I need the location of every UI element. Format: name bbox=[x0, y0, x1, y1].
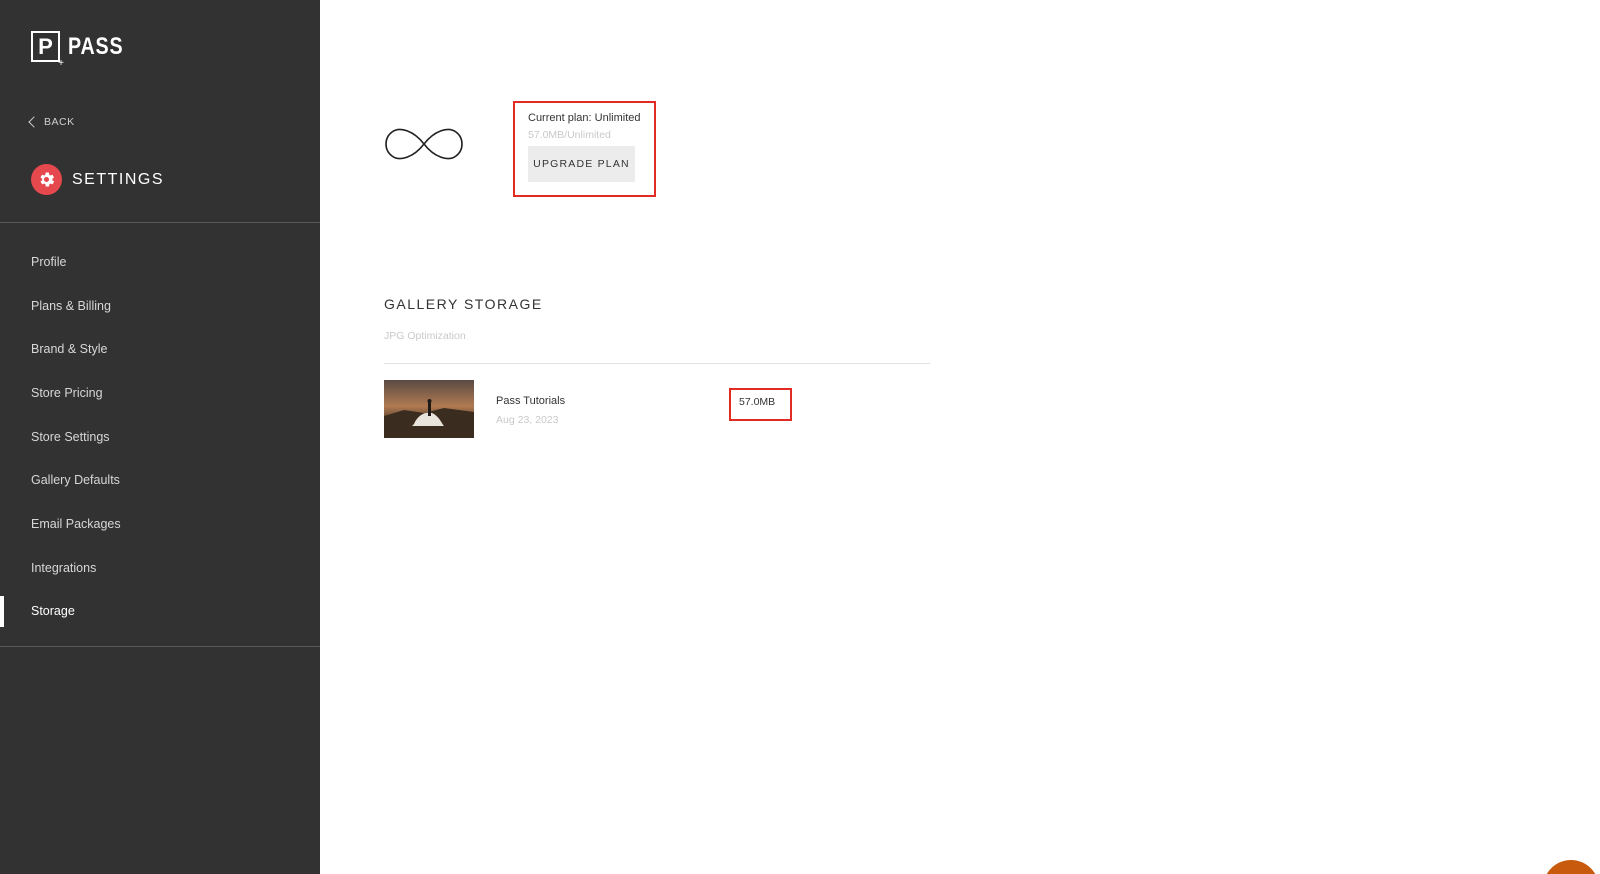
sidebar-item-store-pricing[interactable]: Store Pricing bbox=[0, 371, 320, 415]
gallery-name[interactable]: Pass Tutorials bbox=[496, 395, 565, 407]
gallery-size: 57.0MB bbox=[729, 388, 792, 421]
sidebar-divider-bottom bbox=[0, 646, 320, 647]
sidebar-item-gallery-defaults[interactable]: Gallery Defaults bbox=[0, 458, 320, 502]
sidebar-divider-top bbox=[0, 222, 320, 223]
sidebar: P + PASS BACK SETTINGS Profile Plans & B… bbox=[0, 0, 320, 874]
gallery-row[interactable]: Pass Tutorials Aug 23, 2023 57.0MB bbox=[384, 380, 930, 438]
logo-letter: P bbox=[38, 34, 53, 59]
chevron-left-icon bbox=[28, 116, 40, 128]
gallery-storage-subtitle: JPG Optimization bbox=[384, 330, 466, 342]
gallery-storage-title: GALLERY STORAGE bbox=[384, 296, 543, 312]
plus-icon: + bbox=[58, 58, 64, 69]
main-content: Current plan: Unlimited 57.0MB/Unlimited… bbox=[320, 0, 1600, 874]
back-label: BACK bbox=[44, 116, 75, 128]
sidebar-item-email-packages[interactable]: Email Packages bbox=[0, 502, 320, 546]
sidebar-item-plans-billing[interactable]: Plans & Billing bbox=[0, 284, 320, 328]
back-link[interactable]: BACK bbox=[26, 116, 75, 128]
sidebar-item-integrations[interactable]: Integrations bbox=[0, 546, 320, 590]
sidebar-item-storage[interactable]: Storage bbox=[0, 590, 320, 634]
sidebar-item-brand-style[interactable]: Brand & Style bbox=[0, 327, 320, 371]
logo-mark: P + bbox=[31, 31, 64, 69]
gallery-thumbnail[interactable] bbox=[384, 380, 474, 438]
plan-summary: Current plan: Unlimited 57.0MB/Unlimited… bbox=[513, 101, 656, 197]
settings-title: SETTINGS bbox=[72, 170, 165, 188]
upgrade-plan-button[interactable]: UPGRADE PLAN bbox=[528, 146, 635, 182]
infinity-icon bbox=[383, 124, 465, 169]
plan-usage: 57.0MB/Unlimited bbox=[528, 129, 611, 141]
sidebar-item-store-settings[interactable]: Store Settings bbox=[0, 415, 320, 459]
current-plan-label: Current plan: Unlimited bbox=[528, 112, 641, 124]
logo-text: PASS bbox=[68, 32, 124, 60]
settings-header: SETTINGS bbox=[31, 164, 164, 195]
pass-logo[interactable]: P + PASS bbox=[31, 31, 136, 69]
gallery-divider bbox=[384, 363, 930, 364]
gear-icon bbox=[31, 164, 62, 195]
sidebar-item-profile[interactable]: Profile bbox=[0, 240, 320, 284]
gallery-date: Aug 23, 2023 bbox=[496, 414, 559, 426]
settings-nav: Profile Plans & Billing Brand & Style St… bbox=[0, 240, 320, 633]
